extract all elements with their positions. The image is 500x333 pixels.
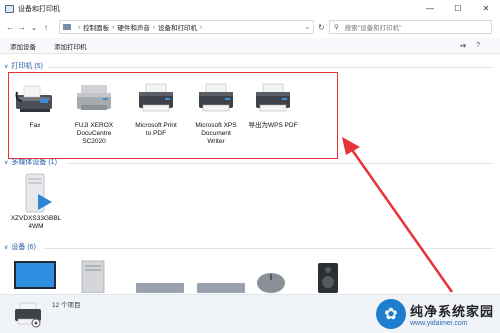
watermark-title: 纯净系统家园 (409, 304, 494, 319)
breadcrumb-devices-printers[interactable]: 设备和打印机 (158, 22, 197, 32)
close-button[interactable]: ✕ (472, 0, 500, 17)
watermark-logo-icon: ✿ (375, 299, 406, 329)
refresh-button[interactable]: ↻ (318, 23, 325, 32)
view-options-icon[interactable]: ▪▾ (460, 42, 466, 50)
maximize-button[interactable]: ☐ (444, 0, 472, 17)
window-title: 设备和打印机 (18, 5, 60, 13)
device-label: XZVDXS33GBBL 4WM (10, 215, 62, 230)
monitor-icon[interactable] (12, 259, 58, 293)
annotation-arrow (342, 137, 454, 293)
control-panel-icon (63, 24, 71, 30)
device-media-server[interactable]: XZVDXS33GBBL 4WM (8, 172, 64, 231)
up-button[interactable]: ↑ (40, 23, 52, 32)
devices-group-header[interactable]: ∨ 设备 (6) (4, 242, 36, 252)
window-controls: — ☐ ✕ (416, 0, 500, 17)
printers-group-header[interactable]: ∨ 打印机 (5) (4, 61, 43, 71)
printers-highlight-box (8, 72, 338, 159)
printers-header-divider (48, 67, 494, 68)
usb-device-icon[interactable] (196, 281, 246, 293)
address-bar-row: ← → ⌄ ↑ › 控制面板 › 硬件和声音 › 设备和打印机 › ⌄ ↻ ⚲ … (0, 17, 500, 37)
speaker-icon[interactable] (316, 262, 340, 293)
breadcrumb-control-panel[interactable]: 控制面板 (83, 22, 109, 32)
media-server-icon (25, 173, 52, 213)
add-printer-button[interactable]: 添加打印机 (54, 41, 87, 51)
collapse-chevron-icon[interactable]: ∨ (4, 159, 8, 166)
breadcrumb-hardware-sound[interactable]: 硬件和声音 (117, 22, 150, 32)
item-count: 12 个项目 (52, 302, 81, 309)
computer-tower-icon[interactable] (78, 259, 108, 293)
command-bar: 添加设备 添加打印机 ▪▾ ? (0, 38, 500, 54)
search-box[interactable]: ⚲ 搜索"设备和打印机" (329, 20, 492, 34)
command-bar-right: ▪▾ ? (460, 42, 480, 50)
watermark: ✿ 纯净系统家园 www.yidaimei.com (375, 299, 494, 329)
title-bar: 设备和打印机 — ☐ ✕ (0, 0, 500, 17)
minimize-button[interactable]: — (416, 0, 444, 17)
search-icon: ⚲ (334, 24, 339, 31)
collapse-chevron-icon[interactable]: ∨ (4, 63, 8, 70)
add-device-button[interactable]: 添加设备 (10, 41, 36, 51)
devices-printers-app-icon (5, 4, 14, 13)
mouse-icon[interactable] (254, 271, 288, 293)
printer-status-icon (15, 302, 41, 328)
keyboard-icon[interactable] (135, 281, 185, 293)
address-dropdown-icon[interactable]: ⌄ (305, 23, 310, 31)
collapse-chevron-icon[interactable]: ∨ (4, 244, 8, 251)
status-bar: 12 个项目 ✿ 纯净系统家园 www.yidaimei.com (0, 294, 500, 333)
help-icon[interactable]: ? (476, 42, 480, 50)
back-button[interactable]: ← (4, 23, 16, 32)
address-field[interactable]: › 控制面板 › 硬件和声音 › 设备和打印机 › ⌄ (59, 20, 314, 34)
forward-button[interactable]: → (16, 23, 28, 32)
watermark-url: www.yidaimei.com (409, 320, 468, 327)
search-placeholder: 搜索"设备和打印机" (344, 25, 402, 32)
recent-locations-button[interactable]: ⌄ (28, 23, 40, 32)
